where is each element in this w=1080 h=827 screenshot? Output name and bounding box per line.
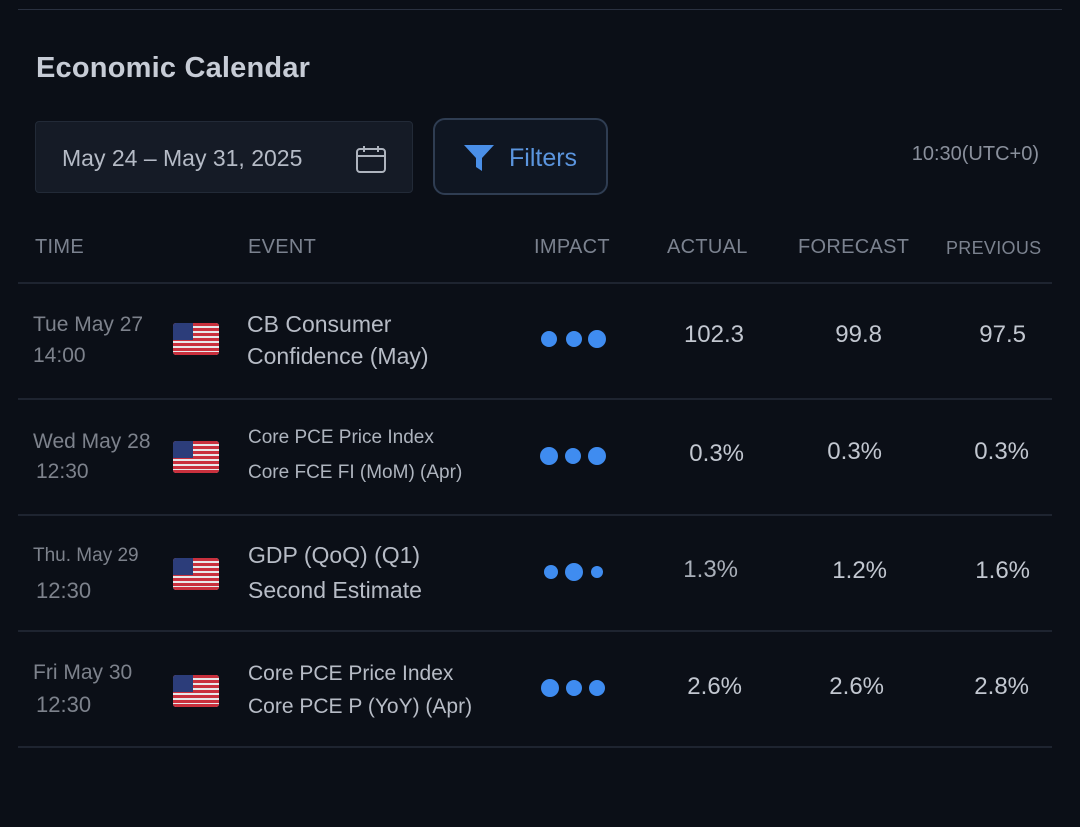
event-time: 14:00 xyxy=(33,344,86,367)
event-name-detail: Core FCE FI (MoM) (Apr) xyxy=(248,462,463,483)
filters-label: Filters xyxy=(509,144,578,172)
forecast-value: 0.3% xyxy=(827,438,882,465)
forecast-value: 99.8 xyxy=(835,321,882,348)
impact-indicator xyxy=(544,563,603,581)
event-name: Core PCE Price Index xyxy=(248,662,454,685)
forecast-value: 1.2% xyxy=(832,557,887,584)
actual-value: 1.3% xyxy=(683,556,738,583)
actual-value: 102.3 xyxy=(683,321,744,348)
column-header-time[interactable]: TIME xyxy=(35,236,84,259)
previous-value: 0.3% xyxy=(974,438,1029,465)
forecast-value: 2.6% xyxy=(829,673,884,700)
date-range-picker[interactable]: May 24 – May 31, 2025 xyxy=(35,121,413,193)
calendar-icon[interactable] xyxy=(355,144,387,174)
time-zone-indicator: 10:30(UTC+0) xyxy=(911,143,1039,165)
impact-indicator xyxy=(541,679,605,697)
top-divider xyxy=(18,9,1062,10)
column-header-event[interactable]: EVENT xyxy=(248,236,316,259)
table-row[interactable]: Wed May 28 12:30 Core PCE Price Index Co… xyxy=(0,400,1080,516)
column-header-actual[interactable]: ACTUAL xyxy=(667,236,748,259)
event-day: Wed May 28 xyxy=(33,430,151,453)
impact-indicator xyxy=(540,447,606,465)
table-row[interactable]: Tue May 27 14:00 CB Consumer Confidence … xyxy=(0,283,1080,399)
us-flag-icon xyxy=(173,558,219,590)
event-time: 12:30 xyxy=(36,460,89,483)
event-name: CB Consumer xyxy=(247,311,392,337)
actual-value: 0.3% xyxy=(689,440,744,467)
event-name: GDP (QoQ) (Q1) xyxy=(248,542,421,568)
column-header-forecast[interactable]: FORECAST xyxy=(798,236,909,259)
event-name-detail: Second Estimate xyxy=(248,577,422,603)
impact-indicator xyxy=(541,330,606,348)
event-time: 12:30 xyxy=(36,578,92,603)
filters-button[interactable]: Filters xyxy=(433,118,608,195)
event-name-detail: Core PCE P (YoY) (Apr) xyxy=(248,695,473,718)
event-name: Core PCE Price Index xyxy=(248,427,434,448)
event-time: 12:30 xyxy=(36,692,92,717)
date-range-text: May 24 – May 31, 2025 xyxy=(62,145,303,171)
actual-value: 2.6% xyxy=(687,673,742,700)
event-day: Tue May 27 xyxy=(33,313,144,336)
event-name-detail: Confidence (May) xyxy=(247,343,429,369)
page-title: Economic Calendar xyxy=(36,52,311,84)
us-flag-icon xyxy=(173,441,219,473)
column-header-previous[interactable]: PREVIOUS xyxy=(946,238,1041,259)
previous-value: 2.8% xyxy=(974,673,1029,700)
event-day: Thu. May 29 xyxy=(33,545,139,566)
column-header-impact[interactable]: IMPACT xyxy=(534,236,610,259)
filter-icon xyxy=(464,145,494,171)
row-divider xyxy=(18,746,1052,748)
us-flag-icon xyxy=(173,675,219,707)
previous-value: 97.5 xyxy=(979,321,1026,348)
table-row[interactable]: Thu. May 29 12:30 GDP (QoQ) (Q1) Second … xyxy=(0,516,1080,632)
us-flag-icon xyxy=(173,323,219,355)
event-day: Fri May 30 xyxy=(33,661,133,684)
previous-value: 1.6% xyxy=(975,557,1030,584)
table-row[interactable]: Fri May 30 12:30 Core PCE Price Index Co… xyxy=(0,632,1080,748)
